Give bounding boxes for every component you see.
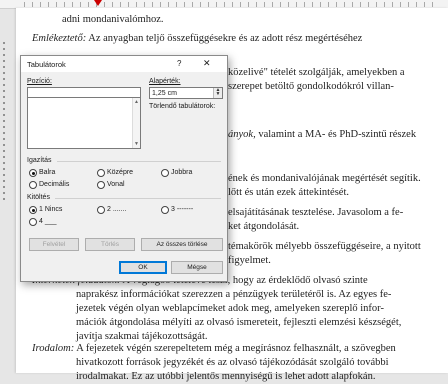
leader-dots-label[interactable]: 2 .......: [107, 206, 126, 213]
leader-label: Kitöltés: [27, 194, 50, 201]
dialog-title: Tabulátorok: [27, 60, 66, 69]
tab-stop-list[interactable]: ▲ ▼: [27, 97, 141, 149]
tabs-dialog[interactable]: Tabulátorok ? ✕ Pozíció: ▲ ▼ Alapérték: …: [20, 55, 228, 282]
scroll-up-icon[interactable]: ▲: [134, 99, 139, 105]
leader-dashes-radio[interactable]: [161, 206, 169, 214]
text-fragment-5: témakörök mélyebb összefüggéseire, a nyi…: [228, 241, 421, 266]
alignment-label: Igazítás: [27, 157, 52, 164]
list-scrollbar[interactable]: ▲ ▼: [132, 98, 140, 148]
text-fragment-4: elsajátításának tesztelése. Javasolom a …: [228, 207, 404, 232]
leader-none-radio[interactable]: [29, 206, 37, 214]
align-right-label[interactable]: Jobbra: [171, 169, 192, 176]
paragraph-emlekezteto: Emlékeztető: Az anyagban teljő összefügg…: [32, 33, 363, 44]
ruler-ticks: [24, 2, 438, 7]
leader-dots-radio[interactable]: [97, 206, 105, 214]
align-bar-radio[interactable]: [97, 181, 105, 189]
spinner-arrows-icon[interactable]: ▲ ▼: [213, 88, 222, 98]
align-decimal-label[interactable]: Decimális: [39, 181, 69, 188]
ok-button[interactable]: OK: [119, 261, 167, 274]
align-left-radio[interactable]: [29, 169, 37, 177]
align-decimal-radio[interactable]: [29, 181, 37, 189]
leader-line-label[interactable]: 4 ___: [39, 218, 57, 225]
clear-all-button[interactable]: Az összes törlése: [141, 238, 223, 251]
leader-dashes-label[interactable]: 3 -------: [171, 206, 193, 213]
align-center-radio[interactable]: [97, 169, 105, 177]
align-right-radio[interactable]: [161, 169, 169, 177]
align-left-label[interactable]: Balra: [39, 169, 55, 176]
leader-line-radio[interactable]: [29, 218, 37, 226]
clear-button[interactable]: Törlés: [85, 238, 135, 251]
dialog-titlebar[interactable]: Tabulátorok ? ✕: [21, 56, 227, 72]
margin-guide: [3, 40, 5, 200]
align-bar-label[interactable]: Vonal: [107, 181, 125, 188]
default-stops-spinner[interactable]: 1,25 cm ▲ ▼: [149, 87, 223, 99]
leader-divider: [55, 198, 221, 199]
alignment-divider: [57, 161, 221, 162]
set-button[interactable]: Felvétel: [29, 238, 79, 251]
text-fragment-2: ányok, valamint a MA- és PhD-szintű rész…: [228, 129, 417, 140]
close-icon[interactable]: ✕: [203, 58, 211, 69]
help-icon[interactable]: ?: [177, 59, 181, 68]
paragraph-irodalom: Irodalom: A fejezetek végén szerepeltete…: [32, 343, 396, 382]
paragraph-interneten: Interneten feladatok: A végiagóó tételév…: [32, 275, 402, 342]
leader-none-label[interactable]: 1 Nincs: [39, 206, 62, 213]
position-label: Pozíció:: [27, 78, 52, 85]
paragraph-term: Emlékeztető:: [32, 33, 87, 44]
doc-line-top: adni mondanivalómhoz.: [62, 14, 164, 25]
default-stops-value: 1,25 cm: [152, 89, 177, 97]
align-center-label[interactable]: Középre: [107, 169, 133, 176]
default-stops-label: Alapérték:: [149, 78, 181, 85]
cancel-button[interactable]: Mégse: [171, 261, 223, 274]
indent-marker[interactable]: [94, 0, 102, 6]
clear-tabs-label: Törlendő tabulátorok:: [149, 103, 216, 110]
text-fragment-1: közelivé" tételét szolgálják, amelyekben…: [228, 67, 405, 92]
scroll-down-icon[interactable]: ▼: [134, 141, 139, 147]
text-fragment-3: ének és mondanivalójának megértését segí…: [228, 173, 421, 198]
